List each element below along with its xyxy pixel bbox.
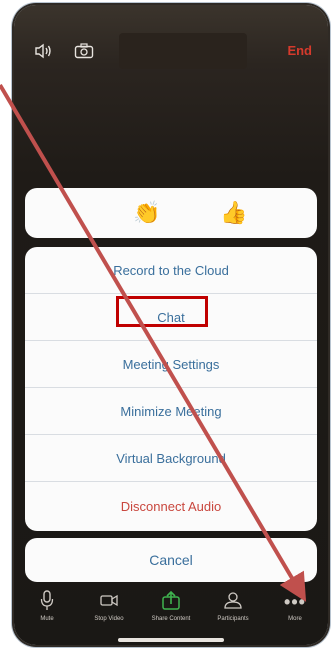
- annotation-arrow: [0, 83, 307, 602]
